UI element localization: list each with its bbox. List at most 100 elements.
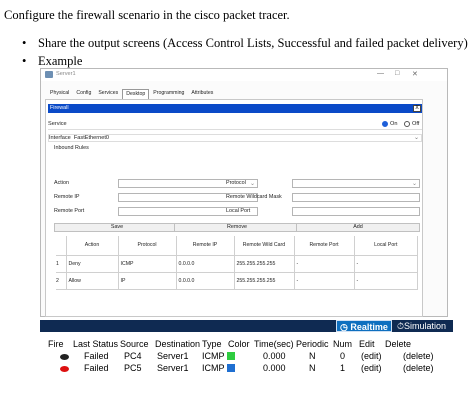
row-color-swatch [227, 352, 235, 360]
firewall-title: Firewall [50, 105, 69, 111]
tab-programming[interactable]: Programming [150, 89, 187, 99]
local-port-input[interactable] [292, 207, 420, 216]
header-last-status: Last Status [73, 339, 119, 349]
fire-indicator-icon[interactable] [60, 366, 69, 372]
table-header-cell: Remote Port [294, 236, 355, 256]
service-label: Service [48, 121, 67, 127]
server-app-icon [45, 71, 53, 78]
row-action: Deny [66, 255, 119, 273]
maximize-icon[interactable]: □ [395, 70, 399, 77]
interface-select[interactable]: Interface FastEthernet0 ⌄ [48, 134, 422, 142]
remote-wildcard-label: Remote Wildcard Mask [226, 194, 282, 200]
header-num: Num [333, 339, 353, 349]
row-num: 0 [340, 351, 346, 361]
row-time: 0.000 [263, 363, 286, 373]
protocol-label: Protocol [226, 180, 246, 186]
header-destination: Destination [155, 339, 201, 349]
realtime-button[interactable]: ◷ Realtime [336, 320, 392, 332]
window-titlebar: Server1 — □ ✕ [41, 69, 447, 81]
row-edit-link[interactable]: (edit) [361, 351, 382, 361]
close-icon[interactable]: ✕ [412, 70, 418, 78]
service-off-label: Off [412, 121, 420, 127]
tab-physical[interactable]: Physical [47, 89, 72, 99]
bullet-text: Example [38, 54, 83, 68]
row-destination: Server1 [157, 363, 189, 373]
tab-services[interactable]: Services [95, 89, 121, 99]
table-header-cell: Remote IP [176, 236, 235, 256]
service-on-radio[interactable] [382, 121, 388, 127]
row-edit-link[interactable]: (edit) [361, 363, 382, 373]
table-header-cell: Action [66, 236, 119, 256]
row-remote-port: - [294, 272, 355, 290]
row-wildcard: 255.255.255.255 [234, 272, 295, 290]
remove-button[interactable]: Remove [174, 223, 300, 232]
inbound-rules-heading: Inbound Rules [54, 145, 89, 151]
header-edit: Edit [359, 339, 375, 349]
table-row[interactable]: 2 Allow IP 0.0.0.0 255.255.255.255 - - [56, 272, 418, 290]
firewall-close-button[interactable]: X [413, 105, 421, 112]
row-remote-ip: 0.0.0.0 [176, 255, 235, 273]
chevron-down-icon: ⌄ [411, 181, 417, 187]
interface-value: FastEthernet0 [73, 135, 110, 141]
row-remote-ip: 0.0.0.0 [176, 272, 235, 290]
service-off-radio[interactable] [404, 121, 410, 127]
chevron-down-icon: ⌄ [249, 181, 255, 187]
simulation-panel: ◷ Realtime ⏱Simulation Fire Last Status … [40, 320, 453, 412]
bullet-item: • Share the output screens (Access Contro… [22, 36, 468, 50]
row-status: Failed [84, 351, 109, 361]
row-delete-link[interactable]: (delete) [403, 363, 434, 373]
row-color-swatch [227, 364, 235, 372]
tab-attributes[interactable]: Attributes [188, 89, 216, 99]
row-protocol: ICMP [118, 255, 177, 273]
row-source: PC5 [124, 363, 142, 373]
service-on-label: On [390, 121, 398, 127]
chevron-down-icon: ⌄ [413, 135, 419, 141]
table-row[interactable]: 1 Deny ICMP 0.0.0.0 255.255.255.255 - - [56, 255, 418, 273]
server-window: Server1 — □ ✕ Physical Config Services D… [40, 68, 448, 317]
row-status: Failed [84, 363, 109, 373]
tab-config[interactable]: Config [73, 89, 94, 99]
header-type: Type [202, 339, 222, 349]
remote-wildcard-input[interactable] [292, 193, 420, 202]
row-protocol: IP [118, 272, 177, 290]
protocol-select[interactable]: ⌄ [292, 179, 420, 188]
table-header-row: Action Protocol Remote IP Remote Wild Ca… [56, 236, 418, 256]
row-num: 1 [340, 363, 346, 373]
service-row: Service On Off [48, 119, 422, 130]
simulation-button[interactable]: ⏱Simulation [394, 320, 450, 332]
row-action: Allow [66, 272, 119, 290]
firewall-panel: Firewall X Service On Off Interface Fast… [45, 99, 423, 317]
row-time: 0.000 [263, 351, 286, 361]
tab-bar: Physical Config Services Desktop Program… [47, 89, 216, 99]
header-delete: Delete [385, 339, 412, 349]
interface-label-text: Interface [49, 135, 71, 141]
row-destination: Server1 [157, 351, 189, 361]
header-periodic: Periodic [296, 339, 329, 349]
header-fire: Fire [48, 339, 64, 349]
fire-indicator-icon[interactable] [60, 354, 69, 360]
table-header-cell: Remote Wild Card [234, 236, 295, 256]
save-button[interactable]: Save [54, 223, 180, 232]
row-periodic: N [309, 351, 316, 361]
row-type: ICMP [202, 363, 225, 373]
row-remote-port: - [294, 255, 355, 273]
simulation-label: Simulation [404, 321, 447, 331]
table-header-cell: Protocol [118, 236, 177, 256]
header-color: Color [228, 339, 250, 349]
row-delete-link[interactable]: (delete) [403, 351, 434, 361]
row-wildcard: 255.255.255.255 [234, 255, 295, 273]
minimize-icon[interactable]: — [377, 70, 384, 77]
row-local-port: - [354, 255, 418, 273]
row-number: 2 [56, 272, 67, 290]
tab-desktop[interactable]: Desktop [122, 89, 150, 99]
rules-table: Action Protocol Remote IP Remote Wild Ca… [56, 236, 418, 290]
row-source: PC4 [124, 351, 142, 361]
realtime-label: Realtime [350, 322, 388, 332]
row-type: ICMP [202, 351, 225, 361]
header-source: Source [120, 339, 149, 349]
table-header-cell: Local Port [354, 236, 418, 256]
bullet-item: • Example [22, 54, 83, 68]
add-button[interactable]: Add [296, 223, 420, 232]
window-title: Server1 [56, 71, 76, 77]
row-periodic: N [309, 363, 316, 373]
